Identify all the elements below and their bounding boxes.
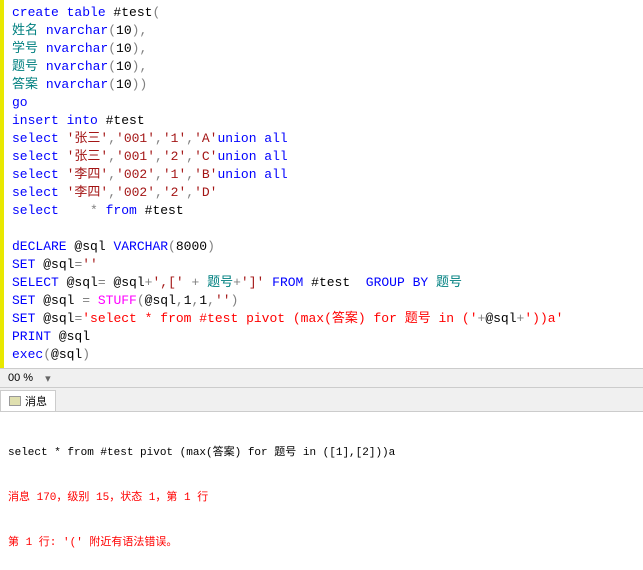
code-line: 题号 nvarchar(10),	[12, 58, 639, 76]
code-line: dECLARE @sql VARCHAR(8000)	[12, 238, 639, 256]
zoom-bar: 00 % ▾	[0, 368, 643, 388]
code-line: select * from #test	[12, 202, 639, 220]
results-pane[interactable]: select * from #test pivot (max(答案) for 题…	[0, 412, 643, 570]
code-line: insert into #test	[12, 112, 639, 130]
zoom-dropdown-icon[interactable]: ▾	[45, 372, 51, 385]
code-line: select '李四','002','2','D'	[12, 184, 639, 202]
error-line-2: 第 1 行: '(' 附近有语法错误。	[8, 536, 635, 551]
results-tabs: 消息	[0, 388, 643, 412]
sql-editor[interactable]: create table #test(姓名 nvarchar(10),学号 nv…	[0, 0, 643, 368]
code-line: create table #test(	[12, 4, 639, 22]
code-line: select '李四','002','1','B'union all	[12, 166, 639, 184]
code-line: 学号 nvarchar(10),	[12, 40, 639, 58]
zoom-value: 00 %	[4, 371, 37, 385]
code-line: SET @sql = STUFF(@sql,1,1,'')	[12, 292, 639, 310]
tab-label: 消息	[25, 393, 47, 409]
code-line: select '张三','001','2','C'union all	[12, 148, 639, 166]
code-line: 答案 nvarchar(10))	[12, 76, 639, 94]
code-line: exec(@sql)	[12, 346, 639, 364]
code-line: 姓名 nvarchar(10),	[12, 22, 639, 40]
code-line: go	[12, 94, 639, 112]
code-line: PRINT @sql	[12, 328, 639, 346]
result-query-text: select * from #test pivot (max(答案) for 题…	[8, 446, 635, 461]
code-line: select '张三','001','1','A'union all	[12, 130, 639, 148]
code-line	[12, 220, 639, 238]
code-line: SELECT @sql= @sql+',[' + 题号+']' FROM #te…	[12, 274, 639, 292]
code-line: SET @sql='select * from #test pivot (max…	[12, 310, 639, 328]
messages-icon	[9, 396, 21, 406]
tab-messages[interactable]: 消息	[0, 390, 56, 411]
code-line: SET @sql=''	[12, 256, 639, 274]
error-line-1: 消息 170，级别 15，状态 1，第 1 行	[8, 491, 635, 506]
